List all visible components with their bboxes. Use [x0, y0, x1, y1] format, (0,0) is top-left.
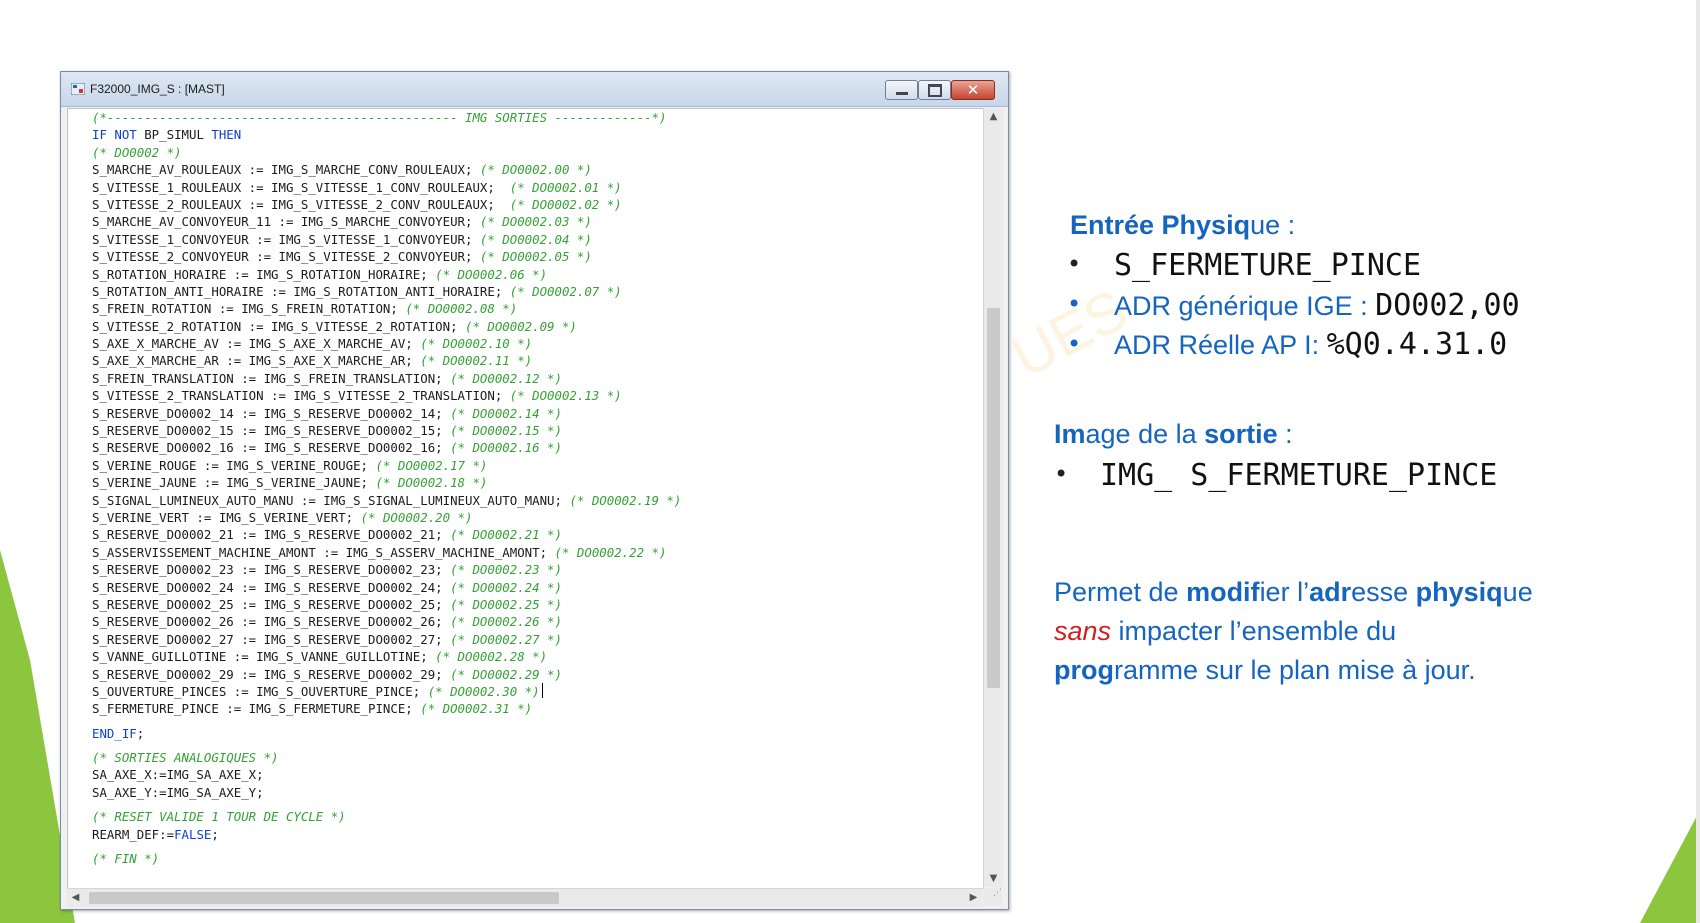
- bullet-icon: •: [1067, 250, 1082, 278]
- description-line-1: Permet de modifier l’adresse physique: [1054, 577, 1533, 607]
- adr-generique: ADR générique IGE : DO002,00: [1114, 288, 1520, 323]
- image-sortie-heading: Image de la sortie :: [1054, 419, 1293, 449]
- description-line-2: sans impacter l’ensemble du: [1054, 616, 1397, 646]
- description-line-3: programme sur le plan mise à jour.: [1054, 655, 1476, 685]
- bullet-icon: •: [1067, 290, 1082, 318]
- bullet-icon: •: [1067, 330, 1082, 358]
- bullet-icon: •: [1054, 460, 1069, 488]
- image-name: IMG_ S_FERMETURE_PINCE: [1100, 458, 1498, 493]
- adr-reelle: ADR Réelle AP I: %Q0.4.31.0: [1114, 327, 1508, 362]
- entree-name: S_FERMETURE_PINCE: [1114, 248, 1422, 283]
- explanation-panel: UES Entrée Physique : • S_FERMETURE_PINC…: [0, 0, 1700, 923]
- entree-physique-heading: Entrée Physique :: [1070, 210, 1296, 240]
